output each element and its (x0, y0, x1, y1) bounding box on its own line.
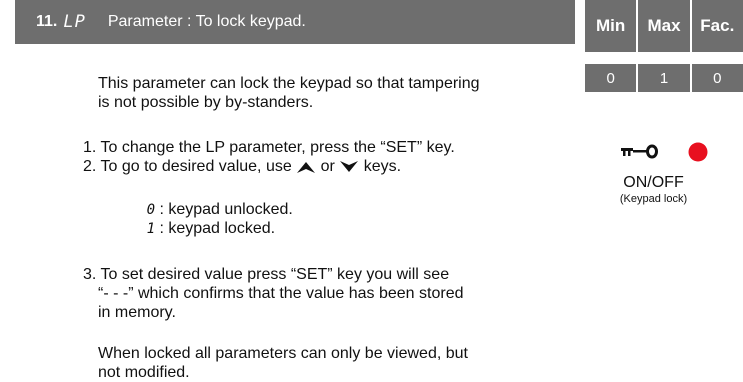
value-table-row: 0 1 0 (585, 64, 743, 92)
parameter-code: LP (63, 12, 86, 32)
parameter-title: Parameter : To lock keypad. (107, 13, 306, 30)
parameter-number: 11. (36, 13, 58, 30)
key-icon (621, 144, 658, 159)
step-3-line-1: 3. To set desired value press “SET” key … (83, 266, 450, 283)
step-2-text-middle: or (320, 158, 340, 175)
lock-note-line-2: not modified. (98, 364, 190, 381)
max-header: Max (638, 0, 690, 52)
value-table: Min Max Fac. 0 1 0 (585, 0, 743, 92)
step-3: 3. To set desired value press “SET” key … (83, 265, 464, 322)
lock-note-line-1: When locked all parameters can only be v… (98, 345, 468, 362)
option-0-text: : keypad unlocked. (155, 201, 293, 218)
intro-line-1: This parameter can lock the keypad so th… (98, 75, 480, 92)
option-1-digit: 1 (146, 221, 155, 237)
min-header: Min (585, 0, 637, 52)
option-unlocked: 0 : keypad unlocked. (145, 200, 293, 220)
down-arrow-icon (340, 160, 359, 172)
step-3-line-2: “- - -” which confirms that the value ha… (98, 285, 464, 302)
intro-paragraph: This parameter can lock the keypad so th… (98, 74, 480, 112)
step-2: 2. To go to desired value, use or keys. (83, 157, 401, 176)
option-0-digit: 0 (146, 202, 155, 218)
min-value: 0 (585, 64, 637, 92)
lock-note: When locked all parameters can only be v… (98, 344, 468, 382)
factory-value: 0 (691, 64, 743, 92)
keypad-lock-indicator: ON/OFF (Keypad lock) (600, 140, 735, 220)
intro-line-2: is not possible by by-standers. (98, 94, 314, 111)
step-3-line-3: in memory. (98, 304, 176, 321)
factory-header: Fac. (691, 0, 743, 52)
value-table-header: Min Max Fac. (585, 0, 743, 52)
on-off-label: ON/OFF (623, 174, 684, 191)
max-value: 1 (638, 64, 690, 92)
keypad-lock-caption: (Keypad lock) (619, 193, 688, 205)
step-2-text-start: 2. To go to desired value, use (83, 158, 297, 175)
option-locked: 1 : keypad locked. (145, 219, 276, 239)
parameter-header: 11. LP Parameter : To lock keypad. (15, 0, 575, 44)
step-2-text-end: keys. (359, 158, 402, 175)
up-arrow-icon (297, 161, 316, 173)
step-1: 1. To change the LP parameter, press the… (83, 139, 455, 156)
option-1-text: : keypad locked. (155, 220, 276, 237)
status-led (688, 142, 708, 162)
